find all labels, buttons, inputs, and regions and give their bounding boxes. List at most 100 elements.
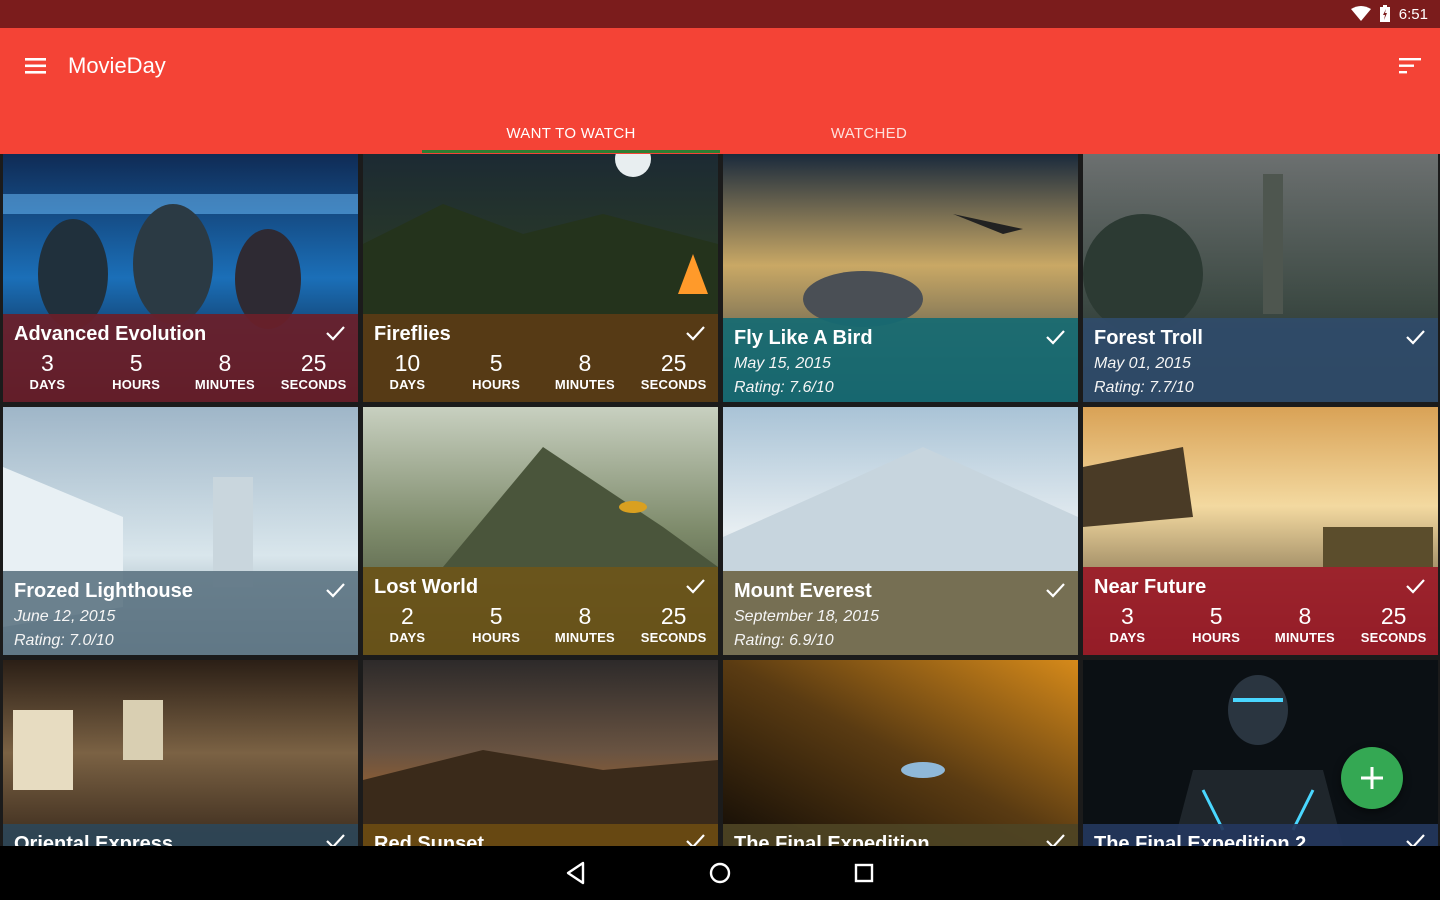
seconds-value: 25 xyxy=(660,603,687,629)
minutes-label: MINUTES xyxy=(1274,630,1335,645)
movie-card[interactable]: Lost World 2 DAYS 5 HOURS 8 MINUTES 25 SECON… xyxy=(363,407,718,655)
check-icon[interactable] xyxy=(684,575,706,597)
app-bar: MovieDay WANT TO WATCH WATCHED xyxy=(0,28,1440,154)
counter-days: 2 DAYS xyxy=(363,603,452,647)
plus-icon xyxy=(1361,767,1383,789)
check-icon[interactable] xyxy=(324,830,346,846)
movie-poster xyxy=(363,660,718,846)
movie-card[interactable]: Frozed Lighthouse June 12, 2015 Rating: … xyxy=(3,407,358,655)
movie-title: Oriental Express xyxy=(14,833,173,846)
countdown: 3 DAYS 5 HOURS 8 MINUTES 25 SECONDS xyxy=(1083,603,1438,647)
minutes-value: 8 xyxy=(578,350,592,376)
days-label: DAYS xyxy=(389,377,426,392)
check-icon[interactable] xyxy=(684,322,706,344)
hours-value: 5 xyxy=(1209,603,1223,629)
check-icon[interactable] xyxy=(1404,326,1426,348)
hours-label: HOURS xyxy=(472,630,521,645)
check-icon[interactable] xyxy=(324,322,346,344)
clock: 6:51 xyxy=(1398,5,1428,23)
minutes-value: 8 xyxy=(218,350,232,376)
card-info: Near Future 3 DAYS 5 HOURS 8 MINUTES 25 SECO… xyxy=(1083,567,1438,655)
movie-poster xyxy=(723,660,1078,846)
hours-value: 5 xyxy=(129,350,143,376)
days-value: 3 xyxy=(1120,603,1134,629)
rating: Rating: 7.7/10 xyxy=(1094,379,1194,396)
check-icon[interactable] xyxy=(1404,575,1426,597)
movie-grid: Advanced Evolution 3 DAYS 5 HOURS 8 MINUTES… xyxy=(0,154,1440,846)
movie-title: Red Sunset xyxy=(374,833,485,846)
check-icon[interactable] xyxy=(1044,830,1066,846)
days-label: DAYS xyxy=(29,377,66,392)
back-icon[interactable] xyxy=(561,858,591,888)
hours-label: HOURS xyxy=(112,377,161,392)
menu-icon[interactable] xyxy=(22,52,50,80)
status-icons: 6:51 xyxy=(1350,0,1428,28)
status-bar: 6:51 xyxy=(0,0,1440,28)
counter-minutes: 8 MINUTES xyxy=(181,350,270,394)
minutes-label: MINUTES xyxy=(194,377,255,392)
card-info: The Final Expedition xyxy=(723,824,1078,846)
counter-hours: 5 HOURS xyxy=(92,350,181,394)
check-icon[interactable] xyxy=(324,579,346,601)
movie-title: Near Future xyxy=(1094,576,1207,598)
seconds-label: SECONDS xyxy=(640,377,707,392)
movie-title: The Final Expedition xyxy=(734,833,930,846)
rating: Rating: 6.9/10 xyxy=(734,632,834,649)
seconds-label: SECONDS xyxy=(280,377,347,392)
home-icon[interactable] xyxy=(705,858,735,888)
tab-want-to-watch[interactable]: WANT TO WATCH xyxy=(422,112,720,154)
card-info: The Final Expedition 2 xyxy=(1083,824,1438,846)
movie-card[interactable]: The Final Expedition xyxy=(723,660,1078,846)
counter-seconds: 25 SECONDS xyxy=(1349,603,1438,647)
movie-card[interactable]: Fireflies 10 DAYS 5 HOURS 8 MINUTES 25 SECON… xyxy=(363,154,718,402)
movie-title: Mount Everest xyxy=(734,580,872,602)
movie-title: The Final Expedition 2 xyxy=(1094,833,1307,846)
countdown: 10 DAYS 5 HOURS 8 MINUTES 25 SECONDS xyxy=(363,350,718,394)
tab-indicator xyxy=(422,150,720,153)
movie-title: Frozed Lighthouse xyxy=(14,580,193,602)
movie-card[interactable]: Forest Troll May 01, 2015 Rating: 7.7/10 xyxy=(1083,154,1438,402)
movie-card[interactable]: Fly Like A Bird May 15, 2015 Rating: 7.6… xyxy=(723,154,1078,402)
movie-card[interactable]: Advanced Evolution 3 DAYS 5 HOURS 8 MINUTES… xyxy=(3,154,358,402)
movie-poster xyxy=(3,660,358,846)
app-title: MovieDay xyxy=(68,53,166,78)
check-icon[interactable] xyxy=(1044,326,1066,348)
counter-minutes: 8 MINUTES xyxy=(1261,603,1350,647)
battery-icon xyxy=(1379,5,1391,23)
seconds-label: SECONDS xyxy=(640,630,707,645)
card-info: Frozed Lighthouse June 12, 2015 Rating: … xyxy=(3,571,358,655)
movie-card[interactable]: Near Future 3 DAYS 5 HOURS 8 MINUTES 25 SECO… xyxy=(1083,407,1438,655)
recents-icon[interactable] xyxy=(849,858,879,888)
card-info: Lost World 2 DAYS 5 HOURS 8 MINUTES 25 SECON… xyxy=(363,567,718,655)
movie-card[interactable]: Mount Everest September 18, 2015 Rating:… xyxy=(723,407,1078,655)
card-info: Advanced Evolution 3 DAYS 5 HOURS 8 MINUTES… xyxy=(3,314,358,402)
hours-label: HOURS xyxy=(1192,630,1241,645)
card-info: Forest Troll May 01, 2015 Rating: 7.7/10 xyxy=(1083,318,1438,402)
release-date: May 15, 2015 xyxy=(734,355,831,372)
tab-bar: WANT TO WATCH WATCHED xyxy=(0,112,1440,154)
rating: Rating: 7.6/10 xyxy=(734,379,834,396)
movie-title: Forest Troll xyxy=(1094,327,1203,349)
tab-watched[interactable]: WATCHED xyxy=(720,112,1018,154)
counter-seconds: 25 SECONDS xyxy=(269,350,358,394)
check-icon[interactable] xyxy=(684,830,706,846)
minutes-value: 8 xyxy=(1298,603,1312,629)
sort-icon[interactable] xyxy=(1396,52,1424,80)
add-movie-button[interactable] xyxy=(1341,747,1403,809)
counter-seconds: 25 SECONDS xyxy=(629,350,718,394)
minutes-value: 8 xyxy=(578,603,592,629)
movie-card[interactable]: Red Sunset xyxy=(363,660,718,846)
seconds-value: 25 xyxy=(300,350,327,376)
hours-value: 5 xyxy=(489,350,503,376)
movie-card[interactable]: Oriental Express xyxy=(3,660,358,846)
check-icon[interactable] xyxy=(1044,579,1066,601)
days-label: DAYS xyxy=(389,630,426,645)
counter-days: 10 DAYS xyxy=(363,350,452,394)
counter-minutes: 8 MINUTES xyxy=(541,350,630,394)
days-value: 2 xyxy=(400,603,414,629)
check-icon[interactable] xyxy=(1404,830,1426,846)
card-info: Oriental Express xyxy=(3,824,358,846)
counter-hours: 5 HOURS xyxy=(452,350,541,394)
counter-hours: 5 HOURS xyxy=(1172,603,1261,647)
card-info: Red Sunset xyxy=(363,824,718,846)
